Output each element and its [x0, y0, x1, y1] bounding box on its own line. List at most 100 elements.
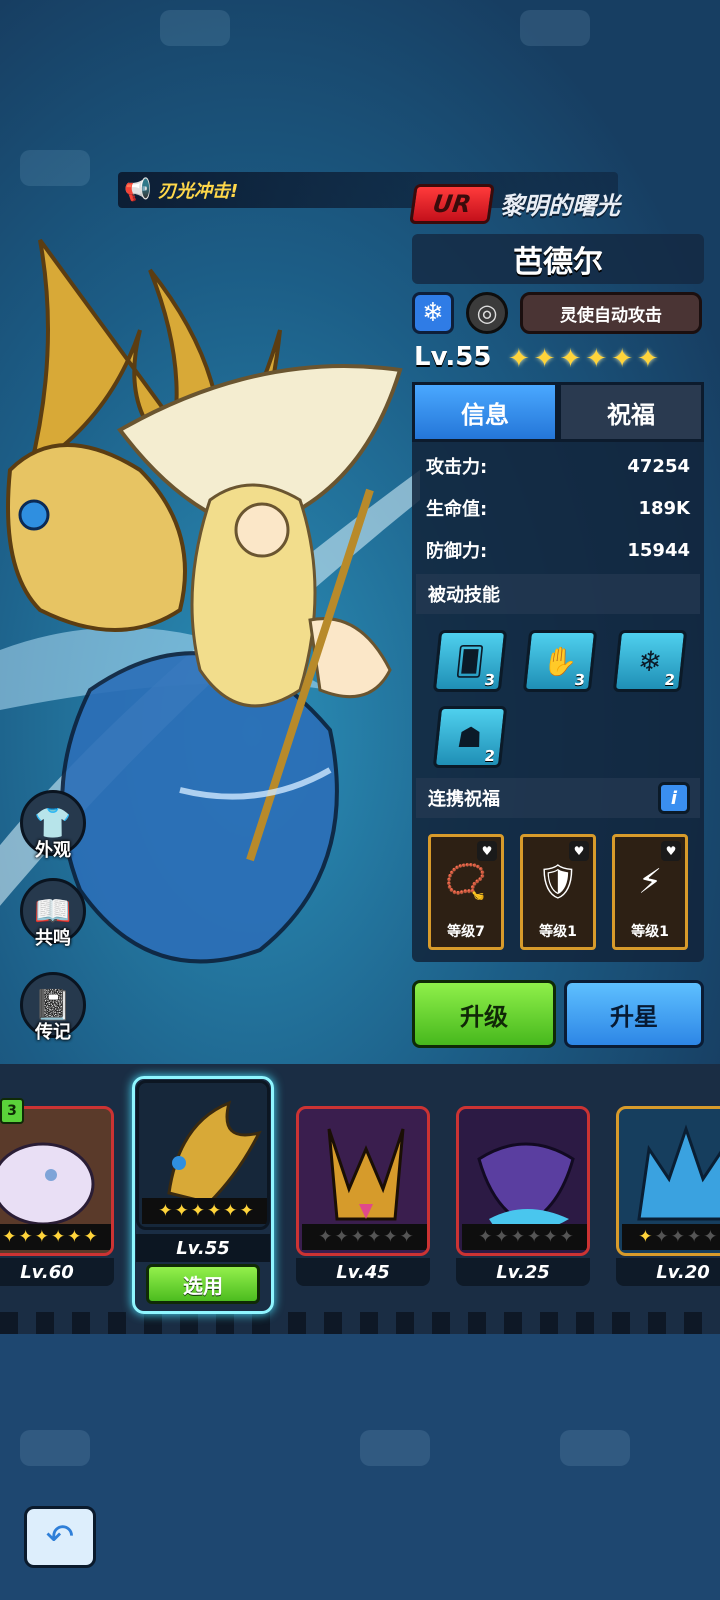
passive-skill[interactable]: ✋ 3: [522, 630, 598, 692]
star-icon: ✦: [67, 1227, 82, 1247]
skill-count: 3: [483, 671, 496, 689]
blessing-level: 等级1: [539, 924, 577, 940]
hero-stars: ✦ ✦ ✦ ✦ ✦ ✦: [508, 344, 659, 374]
roster-border: [0, 1312, 720, 1334]
star-icon: ✦: [638, 1227, 653, 1247]
star-icon: ✦: [687, 1227, 702, 1247]
card-stars: ✦✦✦✦✦✦: [622, 1224, 720, 1250]
resonance-button[interactable]: 📖 共鸣: [20, 878, 86, 958]
star-icon: ✦: [334, 1227, 349, 1247]
star-up-button[interactable]: 升星: [564, 980, 704, 1048]
roster-card[interactable]: ✦✦✦✦✦✦ Lv.20: [616, 1106, 720, 1286]
star-icon: ✦: [190, 1201, 205, 1221]
card-stars: ✦✦✦✦✦✦: [142, 1198, 267, 1224]
pattern-decor: [360, 1430, 430, 1466]
pattern-decor: [520, 10, 590, 46]
snowflake-icon: ❄: [636, 644, 664, 678]
star-icon: ✦: [508, 344, 530, 374]
stat-value: 47254: [627, 455, 690, 477]
star-icon: ✦: [670, 1227, 685, 1247]
passive-skill[interactable]: ❄ 2: [612, 630, 688, 692]
card-portrait: ✦✦✦✦✦✦: [456, 1106, 590, 1256]
upgrade-button[interactable]: 升级: [412, 980, 556, 1048]
side-label: 共鸣: [35, 928, 71, 949]
star-icon: ✦: [383, 1227, 398, 1247]
passive-skills-header: 被动技能: [416, 574, 700, 614]
star-icon: ✦: [2, 1227, 17, 1247]
card-portrait: ✦✦✦✦✦✦: [616, 1106, 720, 1256]
stat-label: 生命值:: [426, 499, 488, 520]
select-button[interactable]: 选用: [146, 1264, 260, 1304]
card-stars: ✦✦✦✦✦✦: [302, 1224, 427, 1250]
blessing-level: 等级7: [447, 924, 485, 940]
stat-attack: 攻击力: 47254: [426, 450, 690, 482]
star-icon: ✦: [654, 1227, 669, 1247]
megaphone-icon: 📢: [124, 177, 152, 203]
card-level: Lv.60: [0, 1258, 114, 1286]
star-icon: ✦: [367, 1227, 382, 1247]
skill-count: 3: [573, 671, 586, 689]
hooded-figure-icon: ☗: [455, 720, 485, 754]
blessing-card[interactable]: ♥ 🛡 等级1: [520, 834, 596, 950]
skill-count: 2: [663, 671, 676, 689]
passive-skill[interactable]: ☗ 2: [432, 706, 508, 768]
back-arrow-icon: ↶: [45, 1517, 75, 1557]
roster-card[interactable]: ✦ ✦ ✦ ✦ ✦ ✦ Lv.25: [456, 1106, 590, 1286]
card-level: Lv.55: [136, 1234, 270, 1262]
star-icon: ✦: [223, 1201, 238, 1221]
star-icon: ✦: [585, 344, 608, 374]
hero-level: Lv.55: [414, 342, 492, 372]
roster-card[interactable]: ✦ ✦ ✦ ✦ ✦ ✦ Lv.45: [296, 1106, 430, 1286]
info-icon[interactable]: i: [658, 782, 690, 814]
card-level: Lv.45: [296, 1258, 430, 1286]
star-icon: ✦: [494, 1227, 509, 1247]
blessing-card[interactable]: ♥ ⚡ 等级1: [612, 834, 688, 950]
card-level: Lv.20: [616, 1258, 720, 1286]
pattern-decor: [160, 10, 230, 46]
pattern-decor: [560, 1430, 630, 1466]
cycle-icon[interactable]: ◎: [466, 292, 508, 334]
card-stars: ✦✦✦✦✦✦: [462, 1224, 587, 1250]
star-icon: ✦: [543, 1227, 558, 1247]
roster-card[interactable]: ✦ ✦ ✦ ✦ ✦ ✦ 3 Lv.60: [0, 1098, 114, 1286]
passive-skill[interactable]: 🂠 3: [432, 630, 508, 692]
auto-attack-button[interactable]: 灵使自动攻击: [520, 292, 702, 334]
cards-icon: 🂠: [453, 644, 487, 678]
stat-defense: 防御力: 15944: [426, 534, 690, 566]
star-icon: ✦: [703, 1227, 718, 1247]
stat-value: 189K: [638, 497, 690, 519]
appearance-button[interactable]: 👕 外观: [20, 790, 86, 870]
star-icon: ✦: [611, 344, 633, 374]
lightning-monster-icon: ⚡: [638, 862, 662, 902]
star-icon: ✦: [318, 1227, 333, 1247]
card-badge: 3: [0, 1098, 24, 1124]
stat-hp: 生命值: 189K: [426, 492, 690, 524]
biography-button[interactable]: 📓 传记: [20, 972, 86, 1052]
hero-name: 芭德尔: [412, 234, 704, 284]
star-icon: ✦: [399, 1227, 414, 1247]
shield-icon: 🛡: [536, 862, 580, 902]
panel-tabs: 信息 祝福: [412, 382, 704, 442]
stat-label: 攻击力:: [426, 457, 488, 478]
star-icon: ✦: [239, 1201, 254, 1221]
side-label: 外观: [35, 840, 71, 861]
blessing-level: 等级1: [631, 924, 669, 940]
star-icon: ✦: [83, 1227, 98, 1247]
tab-info[interactable]: 信息: [412, 382, 558, 442]
star-icon: ✦: [158, 1201, 173, 1221]
rarity-badge: UR: [409, 184, 495, 224]
snowflake-icon[interactable]: ❄: [412, 292, 454, 334]
back-button[interactable]: ↶: [24, 1506, 96, 1568]
side-label: 传记: [35, 1022, 71, 1043]
card-stars: ✦✦✦✦✦✦: [0, 1224, 111, 1250]
roster-card-selected[interactable]: ✦ ✦ ✦ ✦ ✦ ✦ Lv.55 选用: [132, 1076, 274, 1314]
blessing-card[interactable]: ♥ 📿 等级7: [428, 834, 504, 950]
star-icon: ✦: [533, 344, 556, 374]
stat-value: 15944: [627, 539, 690, 561]
skill-count: 2: [483, 747, 496, 765]
tab-blessing[interactable]: 祝福: [558, 382, 704, 442]
star-icon: ✦: [51, 1227, 66, 1247]
stat-label: 防御力:: [426, 541, 488, 562]
star-icon: ✦: [527, 1227, 542, 1247]
star-icon: ✦: [18, 1227, 33, 1247]
